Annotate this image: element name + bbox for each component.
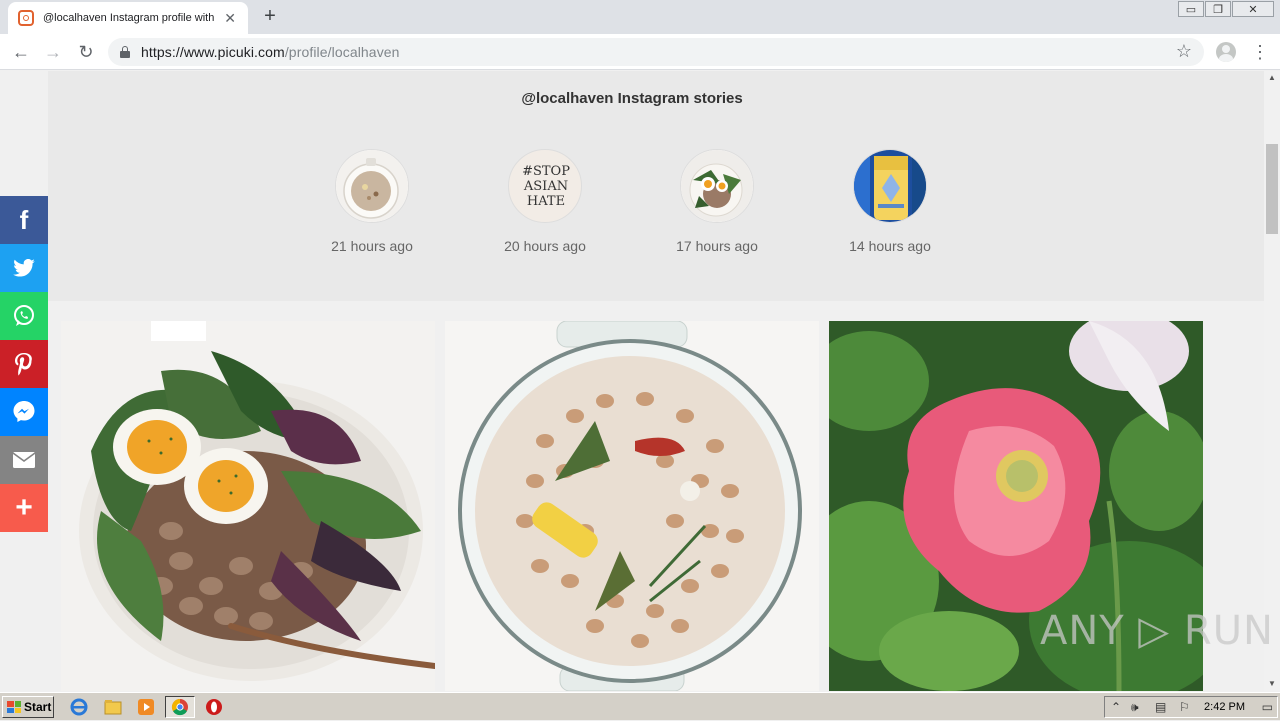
messenger-share-button[interactable] [0,388,48,436]
stop-asian-hate-text: #STOP ASIAN HATE [522,164,570,209]
address-bar[interactable]: https://www.picuki.com/profile/localhave… [108,38,1204,66]
story-thumbnail[interactable] [853,149,927,223]
tab-title: @localhaven Instagram profile with posts… [43,12,216,24]
start-label: Start [24,700,52,714]
browser-menu-icon[interactable]: ⋮ [1251,41,1269,63]
stories-title: @localhaven Instagram stories [521,90,743,107]
network-icon[interactable]: ▤ [1155,700,1166,714]
story-thumbnail[interactable] [335,149,409,223]
volume-icon[interactable]: 🕪 [1131,700,1139,715]
post-thumbnail[interactable] [61,321,435,691]
windows-taskbar: Start ⌃ 🕪 ▤ ⚐ 2:42 PM ▭ [0,692,1280,720]
taskbar-clock[interactable]: 2:42 PM [1204,701,1245,713]
facebook-share-button[interactable]: f [0,196,48,244]
story-item[interactable]: 17 hours ago [657,149,777,254]
twitter-icon [13,259,35,277]
close-window-button[interactable]: ✕ [1232,1,1274,17]
story-item[interactable]: 14 hours ago [830,149,950,254]
url-text: https://www.picuki.com/profile/localhave… [141,44,400,60]
more-share-button[interactable]: + [0,484,48,532]
back-button[interactable]: ← [10,41,32,63]
page-scrollbar[interactable]: ▲ ▼ [1264,71,1280,691]
reload-button[interactable]: ↻ [75,41,97,63]
pinterest-icon [15,353,32,376]
pinterest-share-button[interactable] [0,340,48,388]
drink-can-image [854,150,926,222]
whatsapp-icon [14,305,34,326]
tray-expand-icon[interactable]: ⌃ [1111,700,1121,714]
anyrun-watermark: ANY ▷ RUN [1040,608,1274,654]
page-viewport: @localhaven Instagram stories 21 hours a… [0,71,1264,691]
bookmark-star-icon[interactable]: ☆ [1176,41,1192,62]
story-thumbnail[interactable]: #STOP ASIAN HATE [508,149,582,223]
url-path: /profile/localhaven [284,44,400,60]
media-player-icon[interactable] [137,698,155,716]
scrollbar-thumb[interactable] [1266,144,1278,234]
post-thumbnail[interactable] [445,321,819,691]
email-icon [13,452,35,468]
share-sidebar: f + [0,196,48,532]
new-tab-button[interactable]: + [260,6,280,28]
restore-button[interactable]: ❐ [1205,1,1231,17]
twitter-share-button[interactable] [0,244,48,292]
story-item[interactable]: #STOP ASIAN HATE 20 hours ago [485,149,605,254]
story-time: 20 hours ago [504,238,586,254]
browser-tab[interactable]: @localhaven Instagram profile with posts… [8,2,248,34]
opera-icon[interactable] [205,698,223,716]
minimize-button[interactable]: ▭ [1178,1,1204,17]
story-item[interactable]: 21 hours ago [312,149,432,254]
internet-explorer-icon[interactable] [70,698,88,716]
story-time: 14 hours ago [849,238,931,254]
start-button[interactable]: Start [2,696,54,718]
system-tray: ⌃ 🕪 ▤ ⚐ 2:42 PM ▭ [1104,696,1278,718]
scroll-down-arrow-icon[interactable]: ▼ [1264,677,1280,691]
lock-icon [120,46,130,58]
browser-titlebar: @localhaven Instagram profile with posts… [0,0,1280,34]
bean-salad-image [681,150,753,222]
story-time: 17 hours ago [676,238,758,254]
chrome-taskbar-button[interactable] [165,696,195,718]
story-time: 21 hours ago [331,238,413,254]
stories-panel: @localhaven Instagram stories 21 hours a… [48,71,1264,301]
story-thumbnail[interactable] [680,149,754,223]
windows-logo-icon [7,701,21,713]
messenger-icon [13,401,35,422]
action-center-flag-icon[interactable]: ⚐ [1179,700,1190,714]
chrome-icon [171,698,188,716]
beans-pot-image [445,321,819,691]
url-host: https://www.picuki.com [141,44,285,60]
profile-avatar-icon[interactable] [1216,42,1236,62]
email-share-button[interactable] [0,436,48,484]
whatsapp-share-button[interactable] [0,292,48,340]
browser-toolbar: ← → ↻ https://www.picuki.com/profile/loc… [0,34,1280,70]
facebook-icon: f [19,204,29,235]
window-controls: ▭ ❐ ✕ [1177,1,1274,17]
instagram-favicon-icon [18,10,34,26]
forward-button[interactable]: → [42,41,64,63]
bean-salad-bowl-image [61,321,435,691]
plus-icon: + [15,491,33,524]
file-explorer-icon[interactable] [104,698,122,716]
tab-close-icon[interactable]: ✕ [222,10,238,27]
show-desktop-icon[interactable]: ▭ [1262,700,1273,714]
soup-pot-image [336,150,408,222]
scroll-up-arrow-icon[interactable]: ▲ [1264,71,1280,85]
